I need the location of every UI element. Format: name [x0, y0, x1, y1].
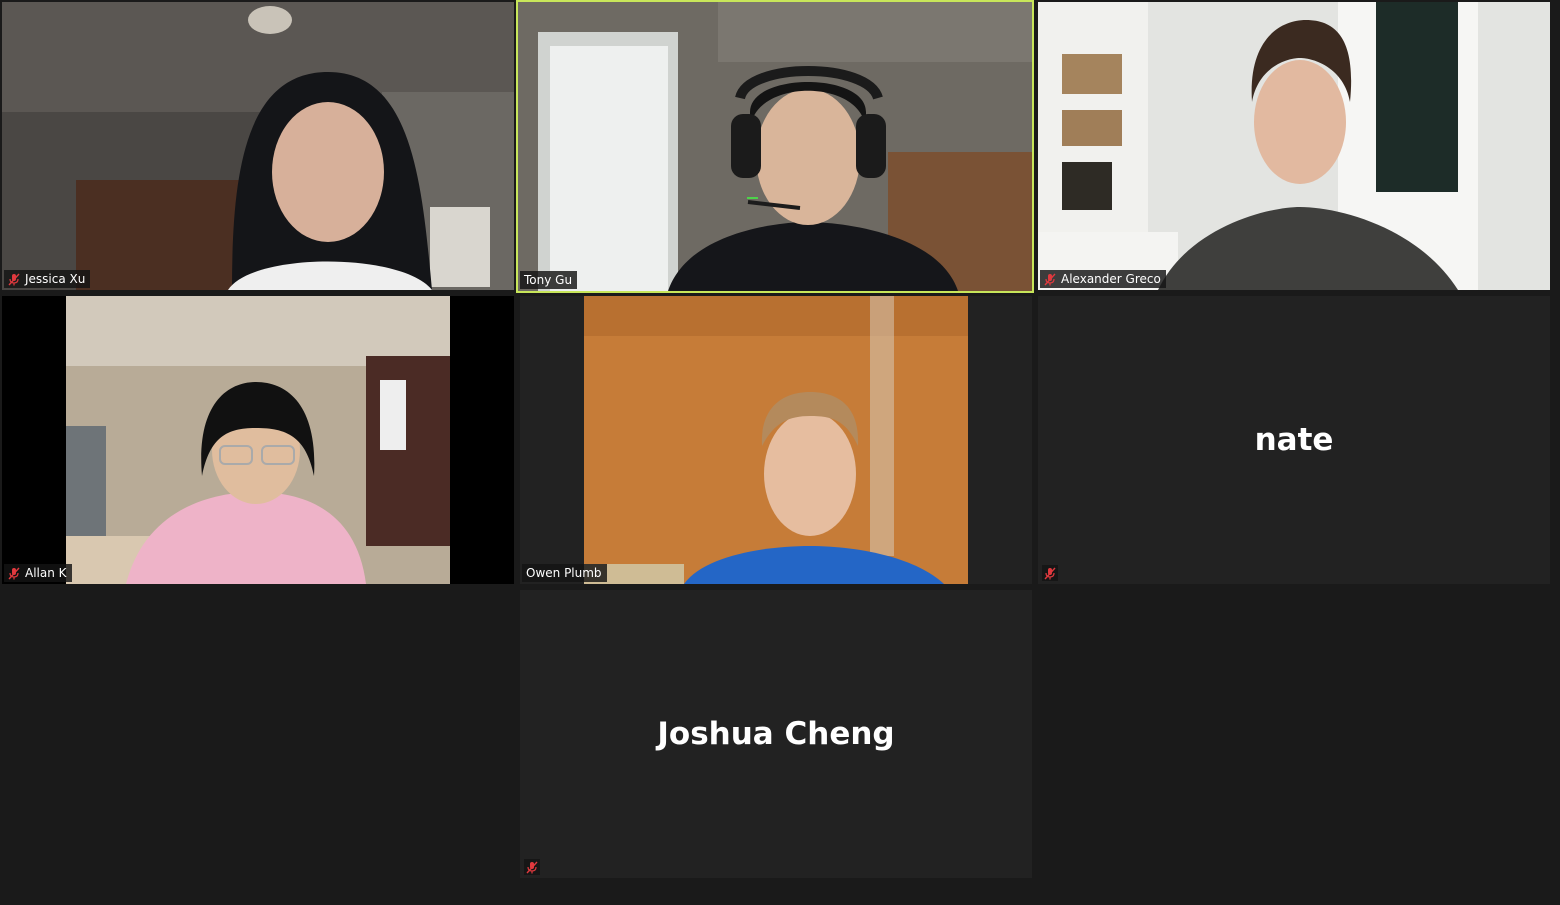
- participant-nameplate: Alexander Greco: [1040, 270, 1166, 288]
- microphone-muted-icon: [526, 861, 538, 873]
- participant-tile-owen-plumb[interactable]: Owen Plumb: [520, 296, 1032, 584]
- participant-name: Owen Plumb: [526, 566, 602, 580]
- participant-name-placeholder: Joshua Cheng: [657, 716, 895, 752]
- video-feed: [584, 296, 968, 584]
- microphone-muted-icon: [8, 567, 20, 579]
- participant-tile-allan-k[interactable]: Allan K: [2, 296, 514, 584]
- participant-tile-joshua-cheng[interactable]: Joshua Cheng: [520, 590, 1032, 878]
- participant-name-placeholder: nate: [1254, 422, 1334, 458]
- mute-indicator: [1042, 565, 1058, 581]
- video-feed: [518, 2, 1032, 291]
- participant-nameplate: Owen Plumb: [522, 564, 607, 582]
- video-feed: [1038, 2, 1550, 290]
- participant-name: Allan K: [25, 566, 67, 580]
- gallery-view: Jessica Xu Tony Gu Alexander Greco Allan…: [0, 0, 1560, 905]
- participant-nameplate: Jessica Xu: [4, 270, 91, 288]
- participant-nameplate: Tony Gu: [520, 271, 578, 289]
- participant-tile-alexander-greco[interactable]: Alexander Greco: [1038, 2, 1550, 290]
- participant-tile-tony-gu[interactable]: Tony Gu: [516, 0, 1034, 293]
- microphone-muted-icon: [1044, 273, 1056, 285]
- participant-tile-nate[interactable]: nate: [1038, 296, 1550, 584]
- participant-name: Jessica Xu: [25, 272, 86, 286]
- microphone-muted-icon: [8, 273, 20, 285]
- microphone-muted-icon: [1044, 567, 1056, 579]
- participant-nameplate: Allan K: [4, 564, 72, 582]
- video-feed: [66, 296, 450, 584]
- video-feed: [2, 2, 514, 290]
- mute-indicator: [524, 859, 540, 875]
- participant-name: Tony Gu: [524, 273, 573, 287]
- participant-name: Alexander Greco: [1061, 272, 1161, 286]
- participant-tile-jessica-xu[interactable]: Jessica Xu: [2, 2, 514, 290]
